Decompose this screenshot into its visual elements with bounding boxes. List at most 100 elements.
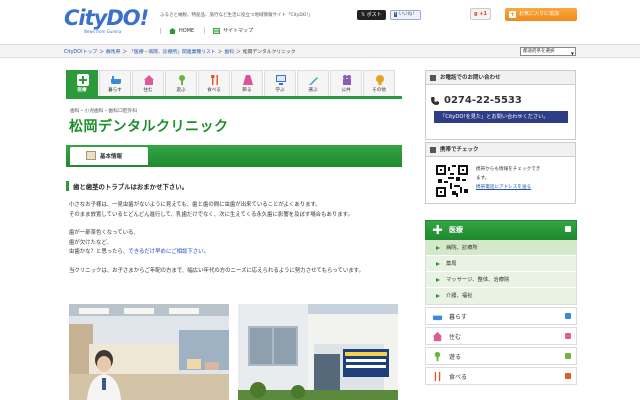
facebook-like-button[interactable]: f いいね！ — [389, 10, 421, 20]
play-icon — [179, 75, 185, 85]
tab-living-label: 暮らす — [108, 88, 122, 93]
submenu-item-massage[interactable]: マッサージ、整体、治療院 — [426, 272, 576, 288]
paragraph-2-line-1: 歯が一部茶色くなっている、 — [69, 230, 139, 236]
phone-heading-text: お電話でのお問い合わせ — [440, 75, 501, 81]
category-tabs: 医療 暮らす 住む 遊ぶ 食べる 飾る 学ぶ 選ぶ 公共 その他 — [66, 70, 395, 96]
expand-icon — [565, 226, 571, 232]
social-buttons: 𝕏 ポスト f いいね！ — [357, 10, 421, 20]
tab-learn-label: 学ぶ — [275, 88, 285, 93]
sidebar-item-play[interactable]: 遊る — [425, 347, 577, 365]
lightbulb-icon — [376, 75, 384, 85]
paragraph-1-line-1: 小さなお子様は、一見虫歯がないように見えても、歯と歯の間に虫歯が出来ていることが… — [69, 202, 321, 208]
submenu-item-hospital[interactable]: 病院、診療所 — [426, 240, 576, 256]
tab-public-label: 公共 — [341, 88, 351, 93]
tab-eat[interactable]: 食べる — [198, 70, 230, 96]
tab-play-label: 遊ぶ — [176, 88, 186, 93]
tab-learn[interactable]: 学ぶ — [264, 70, 296, 96]
tab-fashion[interactable]: 飾る — [231, 70, 263, 96]
computer-icon — [276, 75, 286, 85]
tab-medical-label: 医療 — [77, 88, 87, 93]
tab-play[interactable]: 遊ぶ — [165, 70, 197, 96]
prefecture-select[interactable]: 都道府県を選択 ▼ — [520, 47, 576, 56]
square-bullet-icon — [430, 75, 436, 81]
heading-marker-icon — [66, 181, 69, 191]
tab-public[interactable]: 公共 — [330, 70, 362, 96]
clinic-description: 小さなお子様は、一見虫歯がないように見えても、歯と歯の間に虫歯が出来ていることが… — [69, 201, 399, 285]
breadcrumb-current: 松岡デンタルクリニック — [242, 50, 296, 55]
medical-cross-icon — [77, 74, 89, 86]
submenu-item-welfare[interactable]: 介護、福祉 — [426, 288, 576, 304]
fork-knife-icon — [211, 75, 218, 85]
plus-icon: + — [509, 11, 516, 18]
mobile-heading-text: 携帯でチェック — [440, 147, 479, 153]
square-bullet-icon — [430, 147, 436, 153]
breadcrumb-top[interactable]: CityDO!トップ — [64, 48, 97, 55]
citydo-logo[interactable]: CityDO! News from Gunma — [64, 8, 149, 36]
mobile-check-box: 携帯でチェック 携帯からも情報をチェックでき ます。 携帯電話にアドレスを送る — [425, 142, 576, 204]
add-favorite-button[interactable]: + お気に入りに追加 — [505, 8, 577, 21]
gplus-button[interactable]: g +1 — [470, 8, 492, 20]
phone-contact-box: お電話でのお問い合わせ 0274-22-5533 「CityDO!を見た」とお問… — [425, 70, 576, 140]
breadcrumb-separator: ＞ — [217, 50, 223, 55]
arrow-right-icon — [436, 278, 440, 282]
book-icon — [86, 151, 96, 160]
bathtub-icon — [432, 315, 443, 321]
arrow-right-icon — [436, 262, 440, 266]
qr-code-icon — [436, 165, 468, 197]
tab-other[interactable]: その他 — [363, 70, 395, 96]
medical-submenu: 病院、診療所 薬局 マッサージ、整体、治療院 介護、福祉 — [425, 240, 577, 305]
paragraph-1: 小さなお子様は、一見虫歯がないように見えても、歯と歯の間に虫歯が出来ていることが… — [69, 201, 399, 220]
x-post-label: ポスト — [366, 12, 382, 18]
breadcrumb-dental[interactable]: 歯科 — [224, 48, 234, 55]
play-icon — [434, 351, 441, 362]
site-tagline: ふるさと納税、特産品、旅行など生活に役立つ地域情報サイト「CityDO!」 — [160, 13, 313, 18]
phone-number[interactable]: 0274-22-5533 — [444, 95, 522, 106]
paragraph-2-line-2: 歯が欠けたなど、 — [69, 239, 112, 246]
logo-subtext: News from Gunma — [84, 29, 122, 34]
tab-choose[interactable]: 選ぶ — [297, 70, 329, 96]
sitemap-link[interactable]: サイトマップ — [204, 27, 253, 34]
clinic-exterior-photo — [238, 304, 398, 400]
breadcrumb-separator: ＞ — [99, 50, 104, 55]
sidebar-item-play-label: 遊る — [449, 354, 462, 361]
breadcrumb-gunma[interactable]: 群馬県 — [106, 48, 120, 55]
tab-medical[interactable]: 医療 — [66, 70, 98, 96]
facebook-icon: f — [393, 12, 398, 17]
tab-basic-info[interactable]: 基本情報 — [70, 147, 148, 165]
house-icon — [432, 331, 443, 342]
clinic-interior-photo — [69, 304, 229, 400]
breadcrumb-bar: CityDO!トップ ＞ 群馬県 ＞ 「医療・病院、診療所」関連業種リスト ＞ … — [0, 44, 640, 58]
mobile-text-line-1: 携帯からも情報をチェックでき — [476, 167, 541, 172]
tab-eat-label: 食べる — [207, 88, 221, 93]
sidebar-item-housing[interactable]: 住む — [425, 327, 577, 345]
section-heading: 歯と歯茎のトラブルはおまかせ下さい。 — [66, 181, 188, 191]
tab-housing[interactable]: 住む — [132, 70, 164, 96]
send-address-link[interactable]: 携帯電話にアドレスを送る — [476, 185, 531, 190]
x-post-button[interactable]: 𝕏 ポスト — [357, 10, 386, 20]
page-title: 松岡デンタルクリニック — [69, 119, 229, 135]
sidebar-item-living[interactable]: 暮らす — [425, 307, 577, 325]
section-heading-text: 歯と歯茎のトラブルはおまかせ下さい。 — [73, 182, 189, 191]
gplus-icon: g — [474, 11, 478, 17]
mobile-check-heading: 携帯でチェック — [426, 143, 575, 157]
tab-basic-info-label: 基本情報 — [100, 154, 123, 160]
paragraph-2: 歯が一部茶色くなっている、 歯が欠けたなど、 虫歯かな？と思ったら、できるだけ早… — [69, 229, 399, 258]
paragraph-3: 当クリニックは、お子さまからご年配の方まで、幅広い年代の方のニーズに応えられるよ… — [69, 267, 399, 277]
sitemap-icon — [213, 27, 221, 34]
sidebar-category-menu: 医療 病院、診療所 薬局 マッサージ、整体、治療院 介護、福祉 暮らす 住む 遊… — [425, 220, 577, 387]
submenu-hospital-label: 病院、診療所 — [446, 245, 478, 251]
sidebar-item-eat[interactable]: 食べる — [425, 367, 577, 385]
tab-housing-label: 住む — [143, 88, 153, 93]
home-icon — [169, 27, 176, 34]
site-header: CityDO! News from Gunma ふるさと納税、特産品、旅行など生… — [0, 0, 640, 44]
sidebar-item-medical[interactable]: 医療 — [425, 220, 577, 240]
interior-photo-art — [69, 304, 229, 400]
home-link[interactable]: HOME — [160, 27, 194, 34]
submenu-item-pharmacy[interactable]: 薬局 — [426, 256, 576, 272]
breadcrumb-separator: ＞ — [122, 50, 128, 55]
tab-living[interactable]: 暮らす — [99, 70, 131, 96]
breadcrumb: CityDO!トップ ＞ 群馬県 ＞ 「医療・病院、診療所」関連業種リスト ＞ … — [64, 48, 296, 55]
dress-icon — [243, 75, 253, 85]
expand-icon — [565, 373, 571, 379]
breadcrumb-medical-list[interactable]: 「医療・病院、診療所」関連業種リスト — [129, 48, 215, 55]
